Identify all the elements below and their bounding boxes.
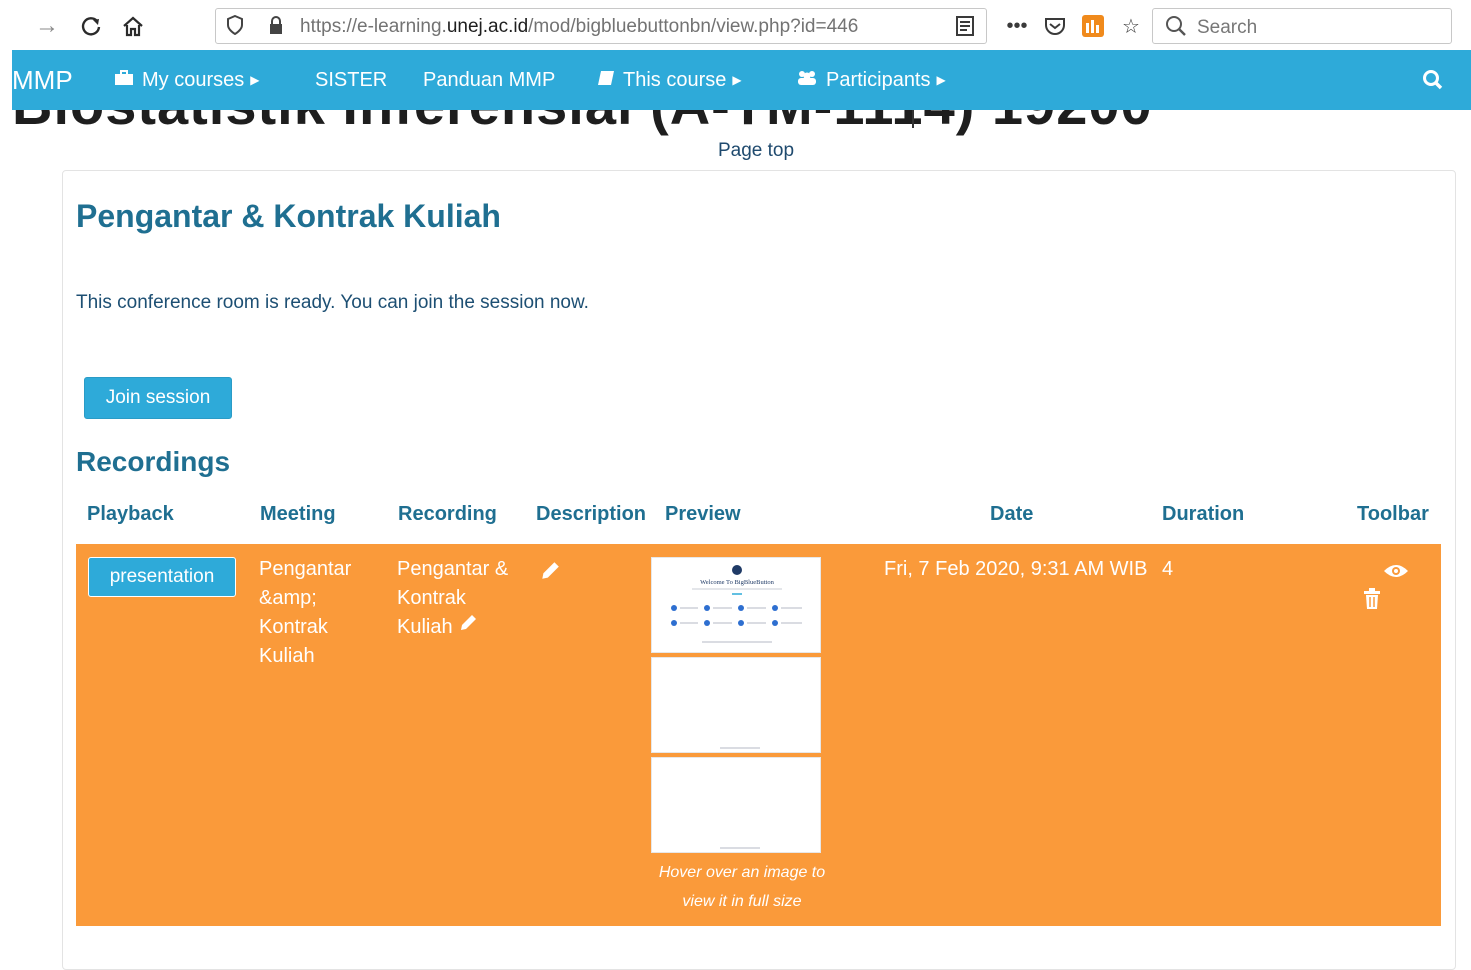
lock-icon[interactable] [268, 15, 284, 40]
url-text[interactable]: https://e-learning.unej.ac.id/mod/bigblu… [300, 16, 910, 38]
preview-caption: Hover over an image to view it in full s… [658, 864, 826, 910]
shield-icon[interactable] [226, 14, 244, 40]
reader-view-icon[interactable] [952, 13, 978, 39]
search-icon [1165, 15, 1187, 42]
recording-date: Fri, 7 Feb 2020, 9:31 AM WIB [884, 558, 1148, 580]
recording-duration: 4 [1162, 558, 1174, 580]
brand-link[interactable]: MMP [12, 50, 73, 110]
header-playback[interactable]: Playback [87, 503, 174, 526]
recording-name-cell: Pengantar & Kontrak Kuliah [397, 555, 527, 642]
trash-icon[interactable] [1362, 588, 1382, 615]
users-icon [796, 70, 818, 91]
edit-description-icon[interactable] [539, 560, 561, 587]
reload-icon[interactable] [76, 8, 106, 44]
header-date[interactable]: Date [990, 503, 1033, 526]
book-icon [597, 70, 615, 91]
site-navbar: MMP My courses ▶ SISTER Panduan MMP This… [12, 50, 1471, 110]
meeting-name: Pengantar &amp; Kontrak Kuliah [259, 558, 352, 667]
header-recording[interactable]: Recording [398, 503, 497, 526]
header-preview[interactable]: Preview [665, 503, 741, 526]
preview-thumbnail-1[interactable]: Welcome To BigBlueButton [651, 557, 821, 653]
nav-my-courses[interactable]: My courses ▶ [114, 50, 259, 110]
bookmark-star-icon[interactable]: ☆ [1118, 13, 1144, 39]
header-duration[interactable]: Duration [1162, 503, 1244, 526]
browser-search-input[interactable] [1195, 15, 1439, 41]
join-session-button[interactable]: Join session [84, 377, 232, 419]
more-options-icon[interactable]: ••• [1004, 13, 1030, 39]
nav-this-course-label: This course [623, 68, 727, 91]
nav-participants-label: Participants [826, 68, 931, 91]
caret-right-icon: ▶ [250, 73, 260, 87]
preview-thumbnail-3[interactable] [651, 757, 821, 853]
header-meeting[interactable]: Meeting [260, 503, 336, 526]
recordings-heading: Recordings [76, 446, 231, 477]
activity-title: Pengantar & Kontrak Kuliah [76, 198, 501, 234]
nav-participants[interactable]: Participants ▶ [796, 50, 946, 110]
briefcase-icon [114, 69, 134, 91]
address-bar[interactable]: https://e-learning.unej.ac.id/mod/bigblu… [215, 8, 987, 44]
forward-icon[interactable]: → [32, 8, 62, 44]
edit-recording-icon[interactable] [458, 613, 478, 642]
session-status-text: This conference room is ready. You can j… [76, 292, 589, 313]
nav-sister[interactable]: SISTER [315, 50, 387, 110]
navbar-search-icon[interactable] [1422, 50, 1444, 110]
recording-name: Pengantar & Kontrak Kuliah [397, 558, 509, 638]
nav-panduan-mmp[interactable]: Panduan MMP [423, 50, 555, 110]
playback-presentation-button[interactable]: presentation [88, 557, 236, 597]
caret-right-icon: ▶ [936, 73, 946, 87]
page-top-link[interactable]: Page top [718, 140, 794, 162]
thumbnail-title: Welcome To BigBlueButton [700, 579, 774, 586]
header-toolbar[interactable]: Toolbar [1357, 503, 1429, 526]
eye-icon[interactable] [1383, 561, 1409, 586]
home-icon[interactable] [118, 8, 148, 44]
browser-search-box[interactable] [1152, 8, 1452, 44]
nav-this-course[interactable]: This course ▶ [597, 50, 742, 110]
caret-right-icon: ▶ [732, 73, 742, 87]
preview-thumbnail-2[interactable] [651, 657, 821, 753]
extension-icon[interactable] [1080, 13, 1106, 39]
browser-toolbar: → https://e-learning.unej.ac.id/mod/bigb… [0, 0, 1471, 50]
nav-my-courses-label: My courses [142, 68, 245, 91]
pocket-icon[interactable] [1042, 13, 1068, 39]
header-description[interactable]: Description [536, 503, 646, 526]
